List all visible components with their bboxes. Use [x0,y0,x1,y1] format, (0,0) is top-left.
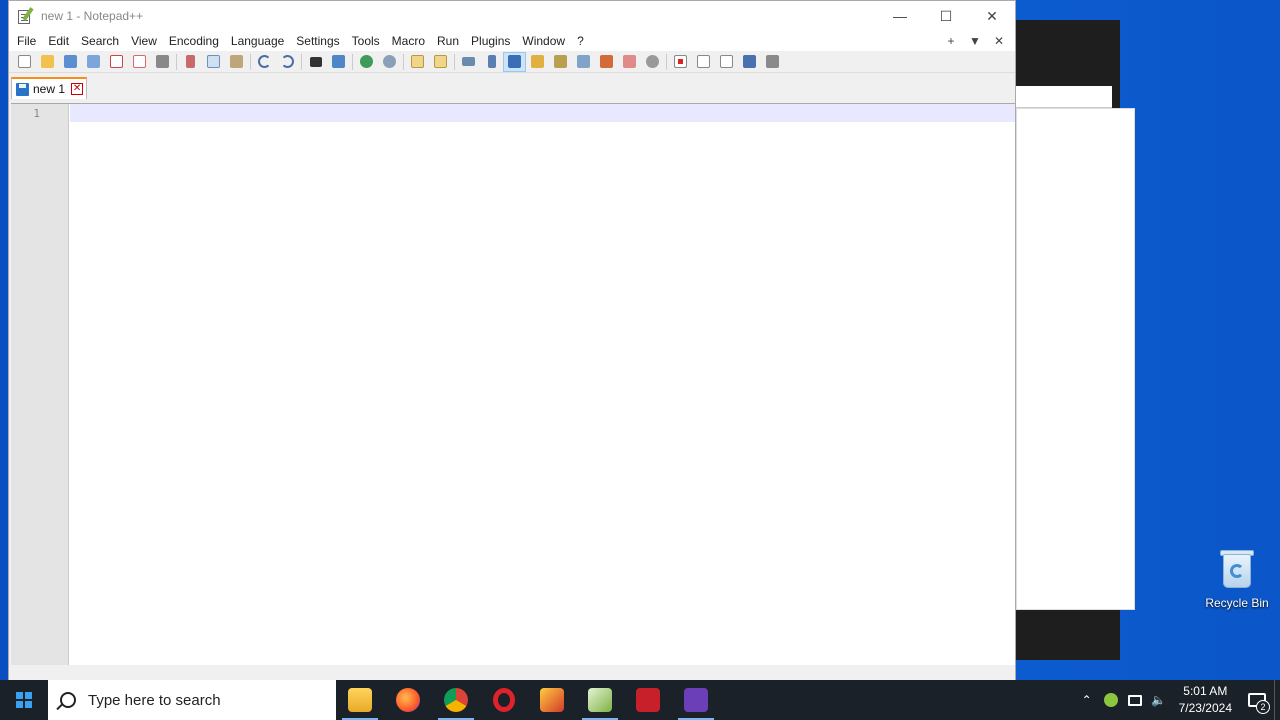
sync-horizontal-icon[interactable] [429,52,452,72]
title-bar[interactable]: new 1 - Notepad++ — ☐ ✕ [9,1,1015,31]
windows-logo-icon [16,692,32,708]
background-window-panel[interactable] [1016,108,1135,610]
document-map-icon[interactable] [549,52,572,72]
window-title: new 1 - Notepad++ [41,9,144,23]
function-list-icon[interactable] [595,52,618,72]
replace-icon[interactable] [327,52,350,72]
new-file-icon[interactable] [13,52,36,72]
indent-guide-icon[interactable] [503,51,526,72]
action-center-button[interactable]: 2 [1240,680,1274,720]
paste-icon[interactable] [225,52,248,72]
menu-tools[interactable]: Tools [346,31,386,51]
print-icon[interactable] [151,52,174,72]
line-number-gutter: 1 [11,104,69,665]
notepad-plus-plus-window: new 1 - Notepad++ — ☐ ✕ File Edit Search… [8,0,1016,690]
zoom-in-icon[interactable] [355,52,378,72]
save-macro-icon[interactable] [761,52,784,72]
text-area[interactable] [70,122,1015,665]
toolbar [9,51,1015,73]
menu-edit[interactable]: Edit [42,31,75,51]
volume-muted-icon[interactable]: 🔈 [1147,680,1171,720]
close-all-icon[interactable] [128,52,151,72]
playback-macro-icon[interactable] [715,52,738,72]
opera-taskbar-icon[interactable] [480,680,528,720]
update-status-icon[interactable] [1099,680,1123,720]
tab-close-icon[interactable]: ✕ [71,83,84,95]
menu-window[interactable]: Window [516,31,571,51]
recycle-bin[interactable]: Recycle Bin [1200,548,1274,610]
stop-recording-icon[interactable] [692,52,715,72]
file-explorer-taskbar-icon[interactable] [336,680,384,720]
tab-new-1[interactable]: new 1 ✕ [11,77,87,99]
search-placeholder: Type here to search [88,691,221,709]
clock-time: 5:01 AM [1183,684,1228,698]
run-macro-multiple-icon[interactable] [738,52,761,72]
menu-search[interactable]: Search [75,31,125,51]
clock-date: 7/23/2024 [1178,701,1232,715]
network-icon[interactable] [1123,680,1147,720]
add-tab-button[interactable]: + [939,31,963,51]
show-all-characters-icon[interactable] [480,52,503,72]
folder-as-workspace-icon[interactable] [618,52,641,72]
pdf-reader-taskbar-icon[interactable] [624,680,672,720]
editor-area[interactable]: 1 [11,103,1015,665]
menu-settings[interactable]: Settings [290,31,345,51]
undo-icon[interactable] [253,52,276,72]
start-button[interactable] [0,680,48,720]
document-list-icon[interactable] [572,52,595,72]
show-desktop-button[interactable] [1274,680,1280,720]
notification-count-badge: 2 [1256,700,1270,714]
open-file-icon[interactable] [36,52,59,72]
find-icon[interactable] [304,52,327,72]
save-icon[interactable] [59,52,82,72]
tab-label: new 1 [33,82,66,96]
notepad-plus-plus-icon [17,7,34,24]
recycle-bin-icon [1218,548,1256,590]
system-tray: ⌃ 🔈 5:01 AM 7/23/2024 2 [1075,680,1280,720]
recycle-bin-label: Recycle Bin [1205,596,1269,610]
menu-run[interactable]: Run [431,31,465,51]
search-icon [60,692,76,708]
current-line-highlight[interactable] [70,104,1015,122]
menu-encoding[interactable]: Encoding [163,31,225,51]
menu-plugins[interactable]: Plugins [465,31,516,51]
user-defined-language-icon[interactable] [526,52,549,72]
menu-file[interactable]: File [11,31,42,51]
file-manager-taskbar-icon[interactable] [528,680,576,720]
redo-icon[interactable] [276,52,299,72]
menu-language[interactable]: Language [225,31,290,51]
notepad-plus-plus-taskbar-icon[interactable] [576,680,624,720]
sync-vertical-icon[interactable] [406,52,429,72]
system-clock[interactable]: 5:01 AM 7/23/2024 [1171,683,1240,717]
close-document-button[interactable]: ✕ [987,31,1011,51]
cut-icon[interactable] [179,52,202,72]
background-window-header [1016,86,1112,108]
tab-list-dropdown-button[interactable]: ▼ [963,31,987,51]
copy-icon[interactable] [202,52,225,72]
close-button[interactable]: ✕ [969,1,1015,31]
menu-help[interactable]: ? [571,31,590,51]
unsaved-file-icon [16,82,29,96]
tab-bar: new 1 ✕ [9,77,1015,99]
taskbar-search-box[interactable]: Type here to search [48,680,336,720]
menu-macro[interactable]: Macro [386,31,431,51]
save-all-icon[interactable] [82,52,105,72]
chevron-up-icon[interactable]: ⌃ [1075,680,1099,720]
maximize-button[interactable]: ☐ [923,1,969,31]
visual-studio-taskbar-icon[interactable] [672,680,720,720]
chrome-taskbar-icon[interactable] [432,680,480,720]
close-file-icon[interactable] [105,52,128,72]
record-macro-icon[interactable] [669,52,692,72]
monitoring-icon[interactable] [641,52,664,72]
word-wrap-icon[interactable] [457,52,480,72]
line-number: 1 [33,107,40,120]
firefox-taskbar-icon[interactable] [384,680,432,720]
zoom-out-icon[interactable] [378,52,401,72]
menu-view[interactable]: View [125,31,163,51]
minimize-button[interactable]: — [877,1,923,31]
menu-bar: File Edit Search View Encoding Language … [9,31,1015,51]
taskbar: Type here to search ⌃ 🔈 5:01 AM 7/23/202… [0,680,1280,720]
